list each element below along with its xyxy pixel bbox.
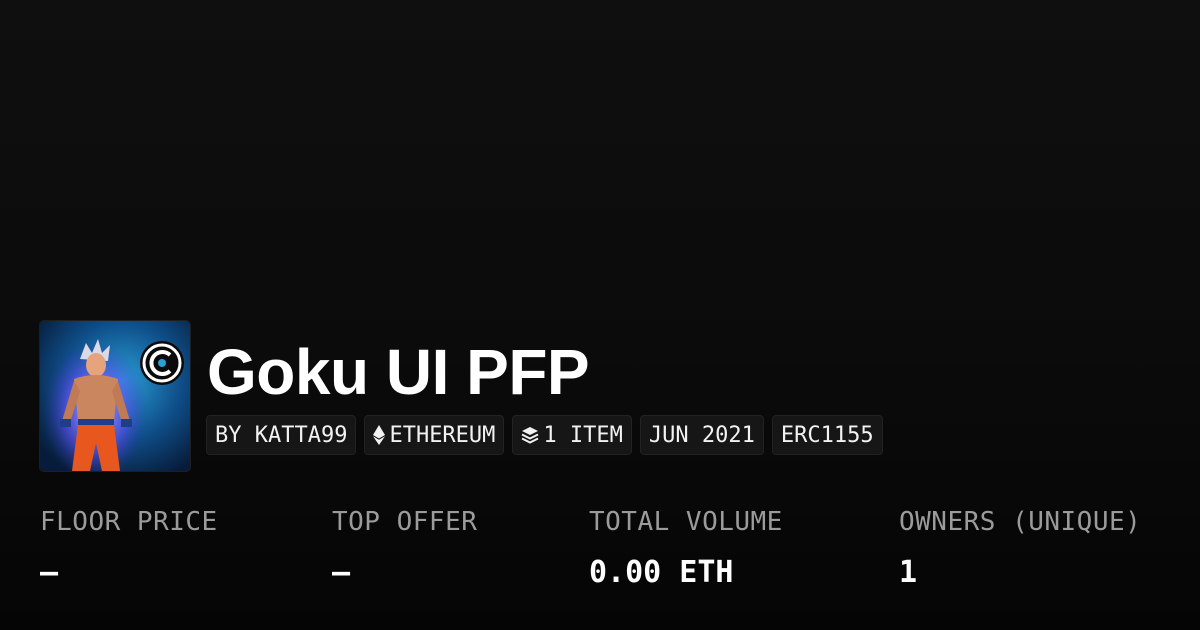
stat-value: 0.00 ETH — [589, 555, 734, 590]
collection-tags: BY KATTA99 ETHEREUM 1 ITEM JUN 2021 ERC1… — [206, 415, 883, 455]
stat-label: TOP OFFER — [332, 507, 478, 537]
stat-value: – — [332, 555, 351, 590]
stat-owners: OWNERS (UNIQUE) 1 — [899, 505, 1141, 591]
stat-top-offer: TOP OFFER – — [332, 505, 477, 591]
stat-floor-price: FLOOR PRICE – — [40, 505, 218, 591]
ethereum-icon — [373, 425, 386, 445]
stat-label: FLOOR PRICE — [40, 507, 218, 537]
collection-card: Goku UI PFP BY KATTA99 ETHEREUM 1 ITEM J… — [0, 0, 1200, 630]
created-date-tag: JUN 2021 — [639, 415, 764, 455]
stat-total-volume: TOTAL VOLUME 0.00 ETH — [589, 505, 783, 591]
stat-value: 1 — [899, 555, 918, 590]
stat-value: – — [40, 555, 59, 590]
stat-label: OWNERS (UNIQUE) — [899, 507, 1142, 537]
layers-icon — [521, 426, 539, 444]
collection-avatar — [40, 321, 190, 471]
collection-title: Goku UI PFP — [207, 336, 590, 408]
items-tag: 1 ITEM — [512, 415, 632, 455]
created-date-tag-label: JUN 2021 — [648, 422, 755, 448]
token-standard-tag-label: ERC1155 — [780, 422, 874, 448]
creator-tag[interactable]: BY KATTA99 — [206, 415, 357, 455]
items-tag-label: 1 ITEM — [543, 422, 623, 448]
creator-tag-label: BY KATTA99 — [215, 422, 348, 448]
stat-label: TOTAL VOLUME — [589, 507, 783, 537]
token-standard-tag: ERC1155 — [771, 415, 883, 455]
chain-tag-label: ETHEREUM — [389, 422, 496, 448]
chain-tag: ETHEREUM — [364, 415, 505, 455]
